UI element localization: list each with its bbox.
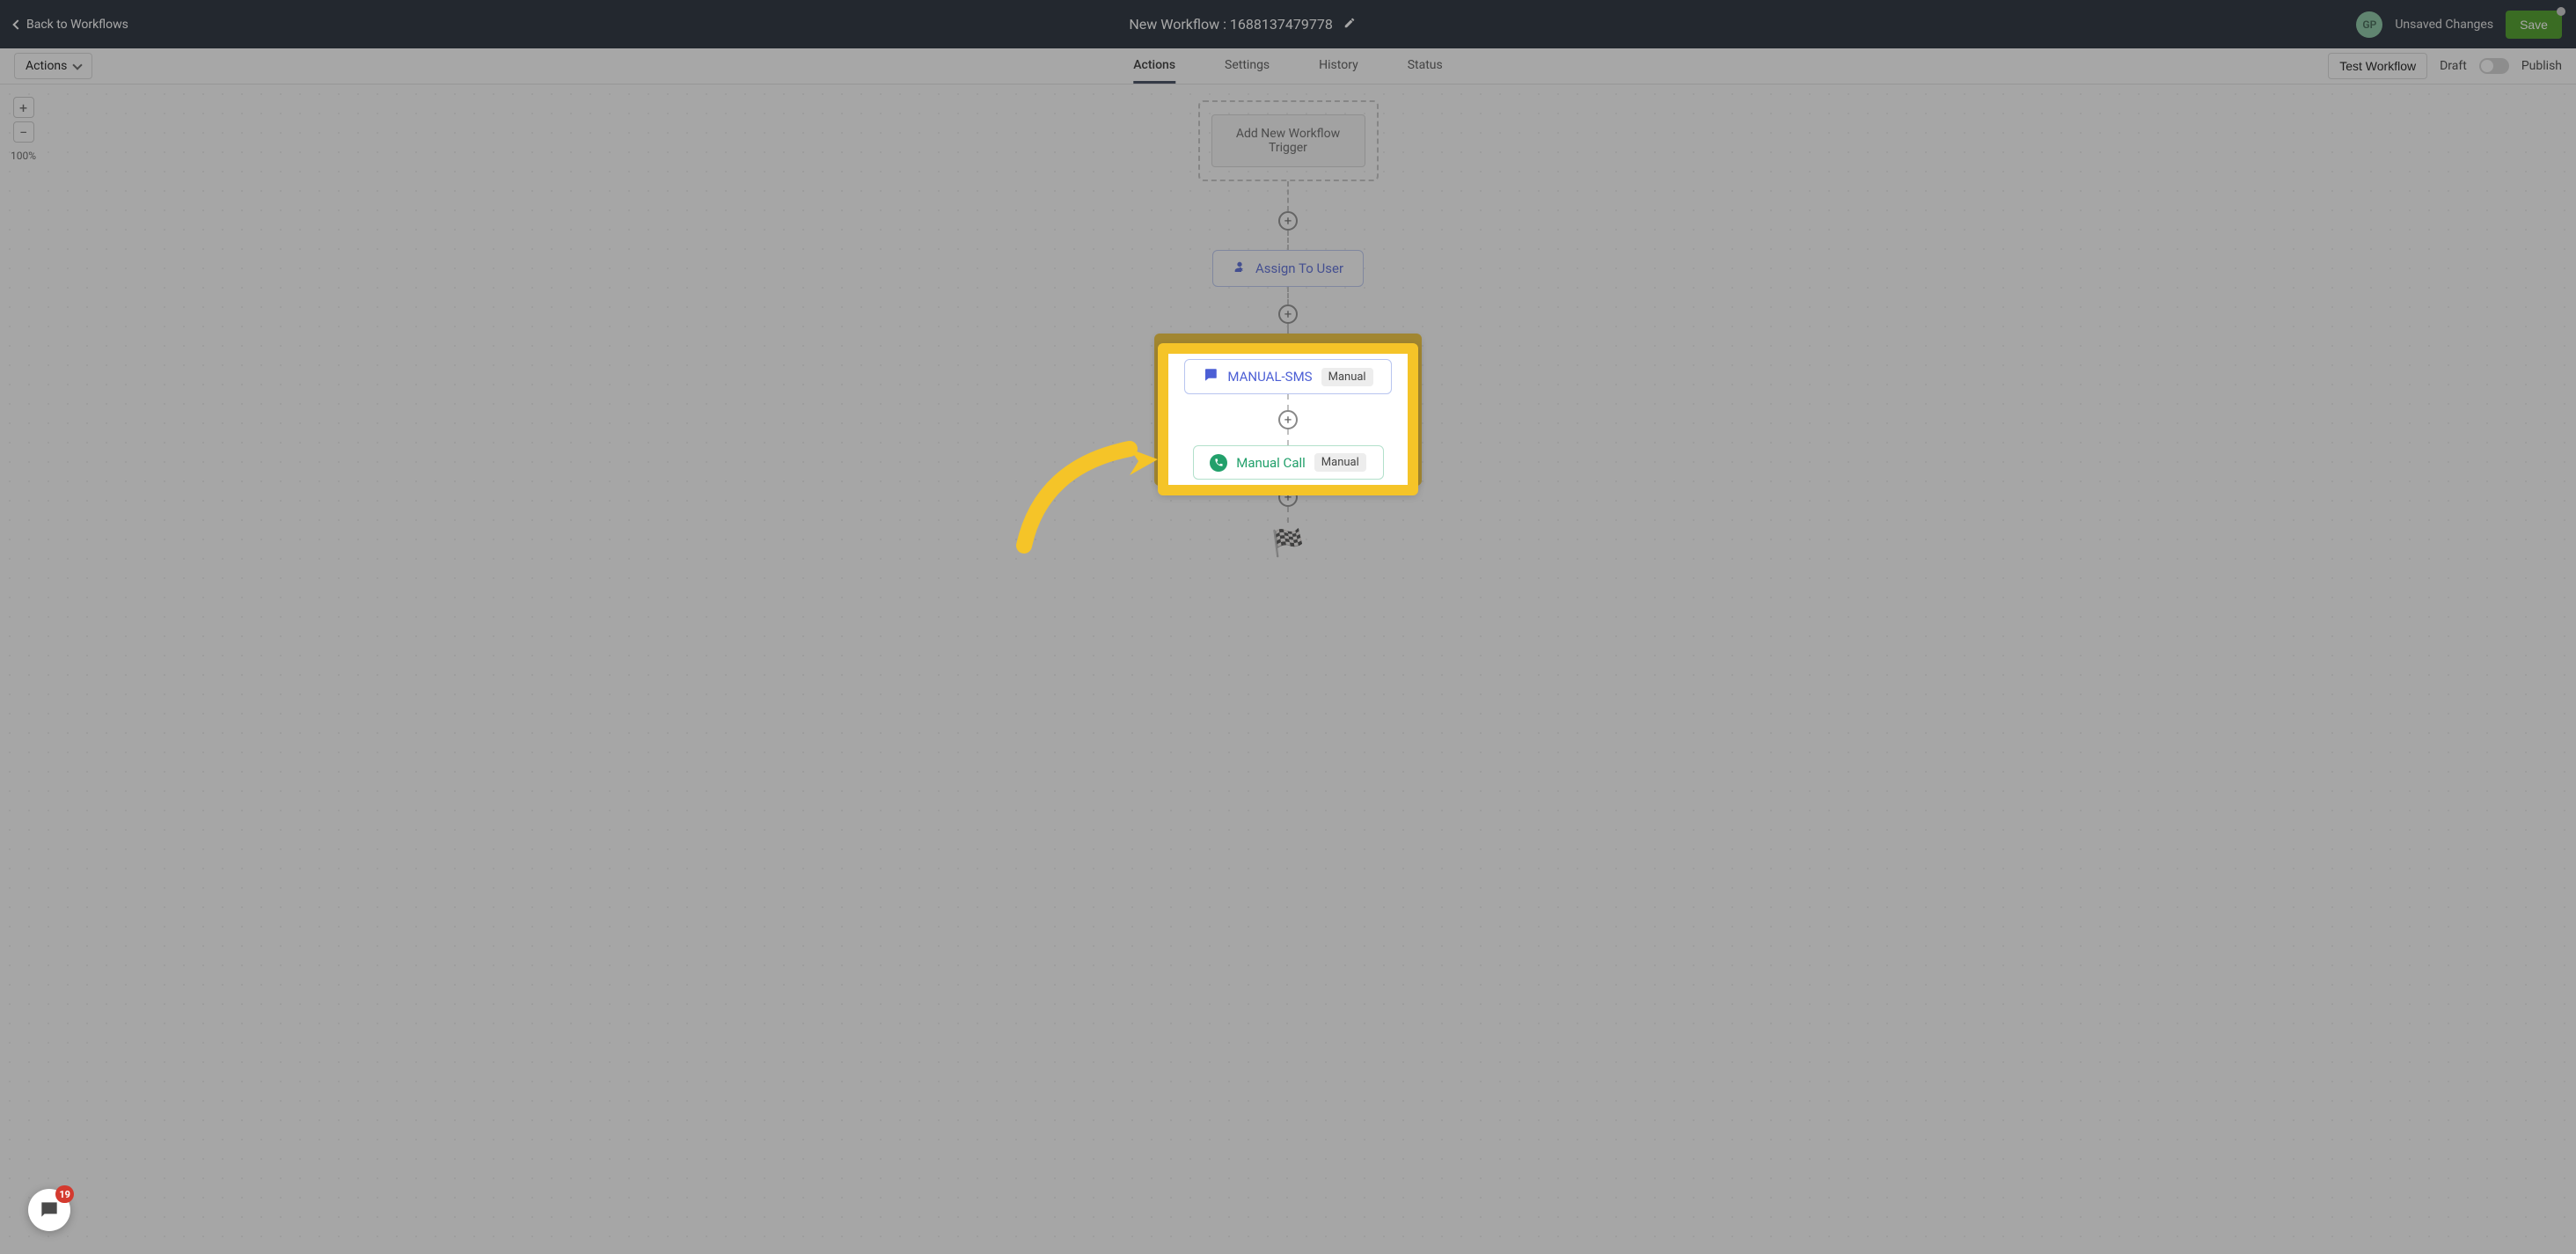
save-button-label: Save — [2520, 18, 2548, 32]
manual-sms-card[interactable]: MANUAL-SMS Manual — [1184, 359, 1392, 394]
avatar-initials: GP — [2362, 18, 2376, 31]
user-avatar[interactable]: GP — [2356, 11, 2382, 38]
sub-header: Actions Actions Settings History Status … — [0, 48, 2576, 84]
manual-call-card[interactable]: Manual Call Manual — [1193, 445, 1384, 480]
header-right: GP Unsaved Changes Save — [2356, 11, 2562, 39]
assign-user-icon — [1233, 260, 1247, 277]
connector-line — [1287, 394, 1289, 410]
zoom-level: 100% — [11, 150, 36, 162]
tab-actions[interactable]: Actions — [1133, 48, 1175, 84]
connector-line — [1287, 324, 1289, 334]
editor-tabs: Actions Settings History Status — [1133, 48, 1442, 84]
tab-label: Actions — [1133, 58, 1175, 72]
tab-label: Status — [1408, 58, 1443, 72]
assign-to-user-card[interactable]: Assign To User — [1212, 250, 1364, 287]
add-trigger-button[interactable]: Add New Workflow Trigger — [1211, 114, 1365, 167]
annotation-highlight-frame-front: MANUAL-SMS Manual + Manual Call Manual — [1158, 343, 1418, 495]
add-trigger-label: Add New Workflow Trigger — [1216, 127, 1361, 155]
trigger-dropzone[interactable]: Add New Workflow Trigger — [1198, 100, 1379, 181]
connector-line — [1287, 181, 1289, 211]
tab-label: Settings — [1225, 58, 1270, 72]
assign-label: Assign To User — [1255, 260, 1343, 276]
tab-status[interactable]: Status — [1408, 48, 1443, 84]
publish-toggle[interactable] — [2479, 58, 2509, 74]
manual-badge: Manual — [1321, 368, 1373, 386]
sub-header-right: Test Workflow Draft Publish — [2328, 53, 2562, 79]
sms-icon — [1203, 367, 1218, 386]
connector-line — [1287, 287, 1289, 304]
connector-line — [1287, 507, 1289, 523]
tab-label: History — [1319, 58, 1358, 72]
publish-label: Publish — [2521, 59, 2562, 73]
app-top-header: Back to Workflows New Workflow : 1688137… — [0, 0, 2576, 48]
manual-badge: Manual — [1314, 453, 1366, 472]
unsaved-changes-label: Unsaved Changes — [2395, 18, 2493, 32]
workflow-canvas[interactable]: + − 100% Add New Workflow Trigger + Assi… — [0, 84, 2576, 1254]
sms-label: MANUAL-SMS — [1227, 369, 1312, 385]
annotation-arrow — [1006, 414, 1182, 567]
connector-line — [1287, 429, 1289, 445]
tab-settings[interactable]: Settings — [1225, 48, 1270, 84]
actions-dropdown-label: Actions — [26, 59, 67, 73]
actions-dropdown[interactable]: Actions — [14, 53, 92, 79]
end-flag-icon: 🏁 — [1271, 528, 1304, 559]
workflow-title-area: New Workflow : 1688137479778 — [1129, 16, 1355, 33]
back-label: Back to Workflows — [26, 18, 128, 32]
add-step-button[interactable]: + — [1278, 211, 1298, 231]
edit-title-icon[interactable] — [1343, 16, 1356, 33]
test-workflow-label: Test Workflow — [2339, 59, 2416, 73]
add-step-button[interactable]: + — [1278, 304, 1298, 324]
chevron-left-icon — [12, 19, 22, 29]
save-button[interactable]: Save — [2506, 11, 2562, 39]
chat-badge: 19 — [55, 1185, 74, 1203]
back-to-workflows-link[interactable]: Back to Workflows — [14, 18, 128, 32]
zoom-controls: + − 100% — [11, 97, 36, 162]
add-step-button[interactable]: + — [1278, 410, 1298, 429]
tab-history[interactable]: History — [1319, 48, 1358, 84]
test-workflow-button[interactable]: Test Workflow — [2328, 53, 2427, 79]
workflow-title: New Workflow : 1688137479778 — [1129, 16, 1332, 33]
call-label: Manual Call — [1236, 455, 1306, 471]
connector-line — [1287, 231, 1289, 250]
chat-badge-count: 19 — [59, 1189, 70, 1200]
chevron-down-icon — [73, 60, 83, 70]
chat-widget[interactable]: 19 — [28, 1189, 70, 1231]
zoom-out-button[interactable]: − — [13, 121, 34, 143]
phone-icon — [1210, 454, 1227, 472]
save-indicator-dot — [2557, 7, 2565, 16]
zoom-in-button[interactable]: + — [13, 97, 34, 118]
draft-label: Draft — [2440, 59, 2467, 73]
